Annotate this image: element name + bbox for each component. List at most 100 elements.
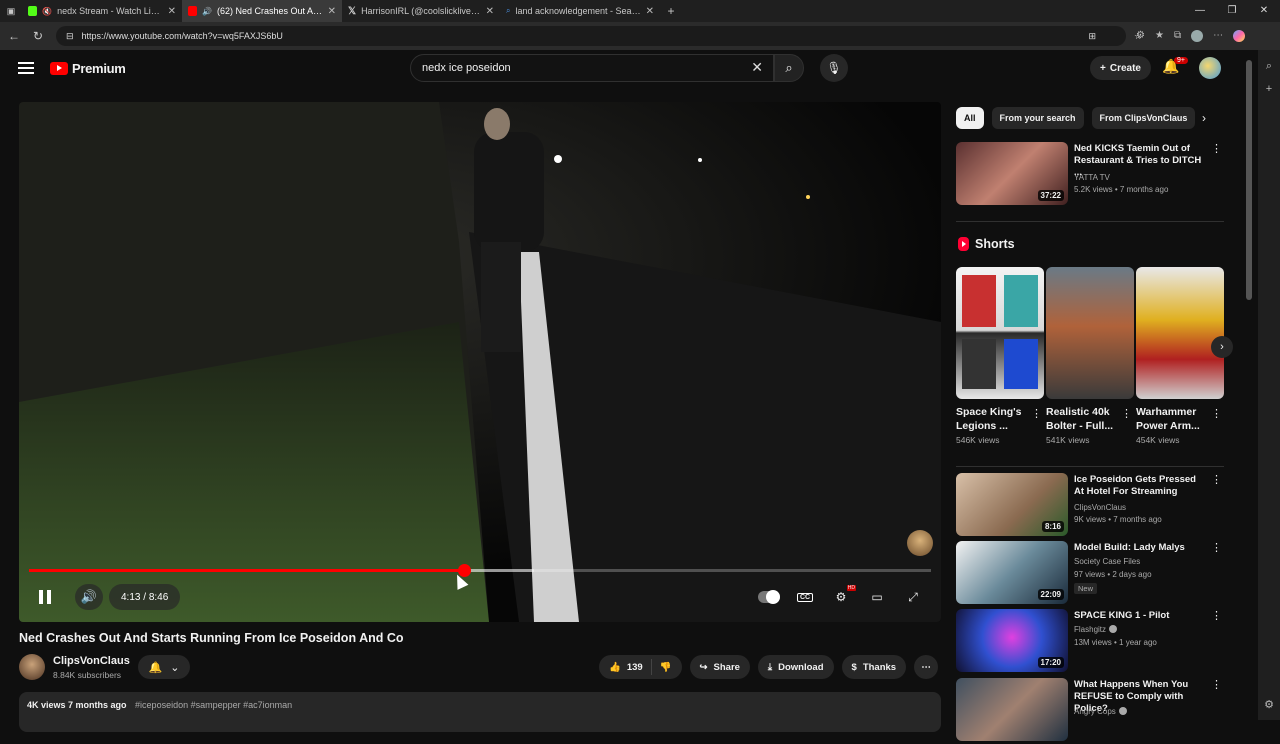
- short-item[interactable]: Warhammer Power Arm... 454K views ⋮: [1136, 267, 1224, 445]
- tab-actions-icon[interactable]: ▣: [0, 0, 22, 22]
- video-thumbnail[interactable]: 17:20: [956, 609, 1068, 672]
- more-vert-icon[interactable]: ⋮: [1031, 407, 1042, 420]
- more-vert-icon[interactable]: ⋮: [1211, 609, 1222, 622]
- settings-button[interactable]: ⚙ HD: [829, 584, 856, 610]
- channel-name[interactable]: ClipsVonClaus: [53, 655, 130, 667]
- video-title[interactable]: SPACE KING 1 - Pilot: [1074, 610, 1206, 622]
- fullscreen-button[interactable]: ⤢: [901, 584, 925, 610]
- youtube-logo[interactable]: Premium: [50, 61, 126, 76]
- video-thumbnail[interactable]: 8:16: [956, 473, 1068, 536]
- autoplay-toggle[interactable]: [757, 584, 781, 610]
- more-vert-icon[interactable]: ⋮: [1211, 473, 1222, 486]
- chip-all[interactable]: All: [956, 107, 984, 129]
- clear-icon[interactable]: ✕: [751, 59, 763, 76]
- short-thumbnail[interactable]: [956, 267, 1044, 399]
- collections-icon[interactable]: ⧉: [1174, 30, 1181, 42]
- volume-button[interactable]: 🔊: [75, 584, 103, 610]
- minimize-icon[interactable]: —: [1184, 0, 1216, 22]
- tab-kick[interactable]: 🔇 nedx Stream - Watch Live on ✕: [22, 0, 182, 22]
- pause-button[interactable]: [31, 584, 59, 610]
- like-button[interactable]: 👍 139: [599, 659, 652, 675]
- short-title[interactable]: Warhammer Power Arm...: [1136, 405, 1208, 433]
- menu-icon[interactable]: [18, 62, 34, 74]
- short-item[interactable]: Realistic 40k Bolter - Full... 541K view…: [1046, 267, 1134, 445]
- account-avatar[interactable]: [1199, 57, 1221, 79]
- search-button[interactable]: ⌕: [774, 54, 804, 82]
- chip-from-channel[interactable]: From ClipsVonClaus: [1091, 107, 1196, 129]
- subscribed-button[interactable]: 🔔 ⌄: [138, 655, 190, 679]
- favorite-icon[interactable]: ☆: [1134, 31, 1142, 42]
- short-thumbnail[interactable]: [1046, 267, 1134, 399]
- video-title[interactable]: Model Build: Lady Malys: [1074, 542, 1206, 554]
- close-window-icon[interactable]: ✕: [1248, 0, 1280, 22]
- chip-from-search[interactable]: From your search: [991, 107, 1084, 129]
- related-video[interactable]: 8:16 Ice Poseidon Gets Pressed At Hotel …: [956, 473, 1226, 539]
- favorites-icon[interactable]: ★: [1155, 30, 1164, 42]
- short-thumbnail[interactable]: [1136, 267, 1224, 399]
- more-vert-icon[interactable]: ⋮: [1121, 407, 1132, 420]
- video-channel-row[interactable]: Angry Cops: [1074, 707, 1127, 716]
- description-box[interactable]: 4K views 7 months ago #iceposeidon #samp…: [19, 692, 941, 732]
- video-channel-row[interactable]: Flashgitz: [1074, 625, 1118, 634]
- related-video[interactable]: What Happens When You REFUSE to Comply w…: [956, 678, 1226, 744]
- short-item[interactable]: Space King's Legions ... 546K views ⋮: [956, 267, 1044, 445]
- subtitles-button[interactable]: CC: [793, 584, 817, 610]
- create-button[interactable]: + Create: [1090, 56, 1151, 80]
- more-actions-button[interactable]: ⋯: [914, 655, 939, 679]
- video-thumbnail[interactable]: 37:22: [956, 142, 1068, 205]
- url-field[interactable]: ⊟ https://www.youtube.com/watch?v=wq5FAX…: [56, 26, 1142, 46]
- related-video[interactable]: 22:09 Model Build: Lady Malys Society Ca…: [956, 541, 1226, 607]
- time-display: 4:13 / 8:46: [109, 584, 181, 610]
- hashtags[interactable]: #iceposeidon #sampepper #ac7ionman: [135, 700, 292, 710]
- search-input[interactable]: nedx ice poseidon ✕: [410, 54, 774, 82]
- audio-icon[interactable]: 🔊: [202, 7, 212, 16]
- video-channel[interactable]: Society Case Files: [1074, 557, 1140, 566]
- video-thumbnail[interactable]: 22:09: [956, 541, 1068, 604]
- thanks-button[interactable]: $ Thanks: [841, 655, 907, 679]
- short-title[interactable]: Space King's Legions ...: [956, 405, 1028, 433]
- site-info-icon[interactable]: ⊟: [66, 31, 74, 42]
- menu-dots-icon[interactable]: ⋯: [1213, 30, 1223, 42]
- close-icon[interactable]: ✕: [486, 6, 494, 17]
- theater-button[interactable]: ▭: [865, 584, 889, 610]
- tab-search[interactable]: ⌕ land acknowledgement - Search ✕: [500, 0, 660, 22]
- related-video[interactable]: 37:22 Ned KICKS Taemin Out of Restaurant…: [956, 142, 1226, 208]
- video-player[interactable]: 🔊 4:13 / 8:46 CC ⚙ HD ▭ ⤢: [19, 102, 941, 622]
- related-video[interactable]: 17:20 SPACE KING 1 - Pilot Flashgitz 13M…: [956, 609, 1226, 675]
- back-icon[interactable]: ←: [2, 29, 26, 43]
- gear-icon[interactable]: ⚙: [1264, 698, 1274, 711]
- profile-icon[interactable]: [1191, 30, 1204, 42]
- video-channel[interactable]: YATTA TV: [1074, 173, 1110, 182]
- more-vert-icon[interactable]: ⋮: [1211, 678, 1222, 691]
- video-thumbnail[interactable]: [956, 678, 1068, 741]
- video-channel[interactable]: ClipsVonClaus: [1074, 503, 1126, 512]
- search-icon[interactable]: ⌕: [1258, 60, 1280, 73]
- close-icon[interactable]: ✕: [168, 6, 176, 17]
- copilot-icon[interactable]: [1233, 30, 1246, 42]
- mute-icon[interactable]: 🔇: [42, 7, 52, 16]
- shorts-next-button[interactable]: ›: [1211, 336, 1233, 358]
- video-title[interactable]: Ice Poseidon Gets Pressed At Hotel For S…: [1074, 474, 1206, 498]
- channel-avatar[interactable]: [19, 654, 45, 680]
- page-scrollbar[interactable]: [1246, 60, 1252, 300]
- more-vert-icon[interactable]: ⋮: [1211, 142, 1222, 155]
- dislike-button[interactable]: 👎: [652, 662, 682, 673]
- voice-search-button[interactable]: 🎙: [820, 54, 848, 82]
- reader-icon[interactable]: ⊞: [1088, 31, 1096, 42]
- close-icon[interactable]: ✕: [328, 6, 336, 17]
- maximize-icon[interactable]: ❐: [1216, 0, 1248, 22]
- more-vert-icon[interactable]: ⋮: [1211, 541, 1222, 554]
- download-button[interactable]: ⤓ Download: [757, 655, 834, 679]
- more-vert-icon[interactable]: ⋮: [1211, 407, 1222, 420]
- share-button[interactable]: ↪ Share: [689, 655, 750, 679]
- new-tab-button[interactable]: +: [660, 0, 682, 22]
- short-title[interactable]: Realistic 40k Bolter - Full...: [1046, 405, 1118, 433]
- chevron-right-icon[interactable]: ›: [1202, 111, 1206, 125]
- channel-watermark[interactable]: [907, 530, 933, 556]
- add-icon[interactable]: +: [1258, 83, 1280, 95]
- tab-x[interactable]: 𝕏 HarrisonIRL (@coolslicklive) / X ✕: [342, 0, 500, 22]
- progress-bar[interactable]: [29, 564, 931, 577]
- tab-youtube[interactable]: 🔊 (62) Ned Crashes Out And St ✕: [182, 0, 342, 22]
- close-icon[interactable]: ✕: [646, 6, 654, 17]
- refresh-icon[interactable]: ↻: [26, 29, 50, 43]
